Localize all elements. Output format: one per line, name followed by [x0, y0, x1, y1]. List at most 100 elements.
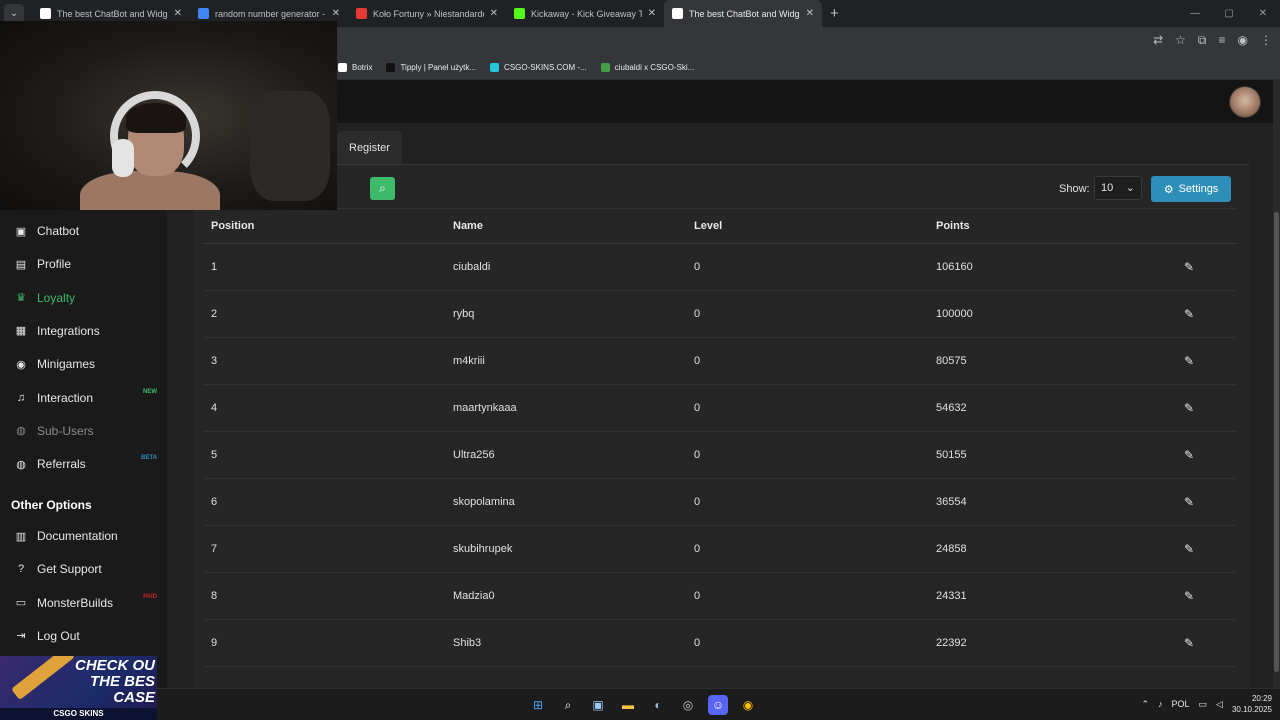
- tab-close-icon[interactable]: ✕: [174, 8, 182, 19]
- bookmark-item[interactable]: Botrix: [338, 63, 372, 72]
- cell-level: 0: [694, 496, 701, 508]
- settings-button[interactable]: ⚙ Settings: [1151, 176, 1231, 202]
- cell-name: skubihrupek: [453, 543, 513, 555]
- edit-icon[interactable]: ✎: [1184, 291, 1194, 337]
- tab-favicon-icon: [672, 8, 683, 19]
- question-icon: ?: [17, 563, 25, 576]
- tab-register[interactable]: Register: [337, 131, 402, 164]
- edit-icon[interactable]: ✎: [1184, 244, 1194, 290]
- translate-icon[interactable]: ⇄: [1153, 33, 1163, 48]
- col-position[interactable]: Position: [211, 209, 254, 243]
- close-window-icon[interactable]: ✕: [1246, 8, 1280, 19]
- store-icon[interactable]: ▣: [588, 695, 608, 715]
- browser-tab[interactable]: Kickaway - Kick Giveaway Tool ✕: [506, 0, 664, 27]
- book-icon: ▥: [15, 530, 27, 543]
- discord-icon[interactable]: ☺: [708, 695, 728, 715]
- cell-level: 0: [694, 590, 701, 602]
- edit-icon[interactable]: ✎: [1184, 338, 1194, 384]
- windows-taskbar: ⊞ ⌕ ▣ ▬ ◐ ◎ ☺ ◉ ⌃ ♪ POL ▭ ◁ 20:29 30.10.…: [0, 688, 1280, 720]
- taskbar-search-icon[interactable]: ⌕: [558, 695, 578, 715]
- edit-icon[interactable]: ✎: [1184, 526, 1194, 572]
- cell-level: 0: [694, 637, 701, 649]
- sidebar-item-loyalty[interactable]: ♛ Loyalty: [0, 283, 167, 313]
- trophy-icon: ♛: [16, 292, 26, 305]
- sidebar-item-label: Loyalty: [37, 290, 76, 305]
- cell-points: 22392: [936, 637, 967, 649]
- cell-points: 80575: [936, 355, 967, 367]
- table-row: 9 Shib3 0 22392 ✎: [204, 620, 1236, 667]
- sidebar-item-chatbot[interactable]: ▣ Chatbot: [0, 216, 167, 246]
- game-app-icon[interactable]: ◎: [678, 695, 698, 715]
- sidebar-item-integrations[interactable]: ▦ Integrations: [0, 316, 167, 346]
- bookmark-star-icon[interactable]: ☆: [1175, 33, 1186, 48]
- language-indicator[interactable]: POL: [1172, 699, 1190, 709]
- cell-points: 100000: [936, 308, 973, 320]
- page-scrollbar[interactable]: [1273, 80, 1280, 688]
- sidebar-badge: NEW: [143, 388, 157, 395]
- bookmark-item[interactable]: ciubaldi x CSGO-Ski...: [600, 63, 694, 72]
- media-icon[interactable]: ≡: [1219, 33, 1226, 48]
- network-icon[interactable]: ▭: [1199, 699, 1208, 710]
- sidebar-item-interaction[interactable]: ♫ Interaction NEW: [0, 383, 167, 413]
- table-row: 3 m4kriii 0 80575 ✎: [204, 338, 1236, 385]
- clock[interactable]: 20:29 30.10.2025: [1232, 693, 1272, 715]
- chrome-icon[interactable]: ◉: [738, 695, 758, 715]
- scrollbar-thumb[interactable]: [1274, 212, 1279, 672]
- cell-position: 4: [211, 402, 218, 414]
- cell-name: Ultra256: [453, 449, 495, 461]
- col-name[interactable]: Name: [453, 209, 483, 243]
- sidebar-item-documentation[interactable]: ▥ Documentation: [0, 521, 167, 551]
- tab-close-icon[interactable]: ✕: [490, 8, 498, 19]
- sidebar-item-get-support[interactable]: ? Get Support: [0, 554, 167, 584]
- edit-icon[interactable]: ✎: [1184, 620, 1194, 666]
- sidebar-item-label: Referrals: [37, 457, 86, 472]
- edit-icon[interactable]: ✎: [1184, 432, 1194, 478]
- sidebar-item-label: Get Support: [37, 562, 102, 577]
- sidebar-item-sub-users[interactable]: ◍ Sub-Users: [0, 416, 167, 446]
- browser-menu-icon[interactable]: ⋮: [1260, 33, 1272, 48]
- users-icon: ◍: [16, 458, 26, 471]
- edit-icon[interactable]: ✎: [1184, 385, 1194, 431]
- tab-close-icon[interactable]: ✕: [806, 8, 814, 19]
- sidebar-item-label: Sub-Users: [37, 423, 94, 438]
- microphone-icon[interactable]: ♪: [1158, 699, 1163, 709]
- user-avatar[interactable]: [1229, 86, 1261, 118]
- sidebar-item-profile[interactable]: ▤ Profile: [0, 249, 167, 279]
- cell-level: 0: [694, 261, 701, 273]
- profile-icon[interactable]: ◉: [1238, 33, 1248, 48]
- sidebar-item-label: MonsterBuilds: [37, 595, 114, 610]
- users-icon: ◍: [16, 425, 26, 438]
- edit-icon[interactable]: ✎: [1184, 479, 1194, 525]
- page-size-select[interactable]: 10 ⌄: [1094, 176, 1142, 200]
- sidebar-item-referrals[interactable]: ◍ Referrals BETA: [0, 449, 167, 479]
- steam-icon[interactable]: ◐: [648, 695, 668, 715]
- sidebar-item-minigames[interactable]: ◉ Minigames: [0, 349, 167, 379]
- search-button[interactable]: ⌕: [370, 177, 395, 200]
- points-table: Position Name Level Points 1 ciubaldi 0 106…: [204, 208, 1236, 667]
- sidebar-item-label: Interaction: [37, 390, 94, 405]
- cell-level: 0: [694, 308, 701, 320]
- sidebar-item-monsterbuilds[interactable]: ▭ MonsterBuilds PAID: [0, 588, 167, 618]
- edit-icon[interactable]: ✎: [1184, 573, 1194, 619]
- file-explorer-icon[interactable]: ▬: [618, 695, 638, 715]
- extensions-icon[interactable]: ⧉: [1198, 33, 1207, 48]
- bookmark-item[interactable]: Tipply | Panel użytk...: [386, 63, 476, 72]
- bookmark-item[interactable]: CSGO-SKINS.COM -...: [490, 63, 587, 72]
- promo-line: CHECK OU: [74, 657, 155, 674]
- browser-tab[interactable]: The best ChatBot and Widgets ✕: [664, 0, 822, 27]
- volume-icon[interactable]: ◁: [1216, 699, 1223, 710]
- col-level[interactable]: Level: [694, 209, 722, 243]
- minimize-icon[interactable]: —: [1178, 8, 1212, 19]
- sidebar-item-log-out[interactable]: ⇥ Log Out: [0, 621, 167, 651]
- promo-banner[interactable]: CHECK OU THE BES CASE CSGO SKINS: [0, 656, 157, 720]
- tab-close-icon[interactable]: ✕: [648, 8, 656, 19]
- new-tab-button[interactable]: +: [830, 5, 839, 22]
- windows-start-icon[interactable]: ⊞: [528, 695, 548, 715]
- maximize-icon[interactable]: ▢: [1212, 8, 1246, 19]
- tray-chevron-icon[interactable]: ⌃: [1141, 699, 1149, 710]
- table-row: 5 Ultra256 0 50155 ✎: [204, 432, 1236, 479]
- browser-tab[interactable]: Koło Fortuny » Niestandardowy ✕: [348, 0, 506, 27]
- search-icon: ⌕: [379, 181, 386, 195]
- col-points[interactable]: Points: [936, 209, 970, 243]
- tab-close-icon[interactable]: ✕: [332, 8, 340, 19]
